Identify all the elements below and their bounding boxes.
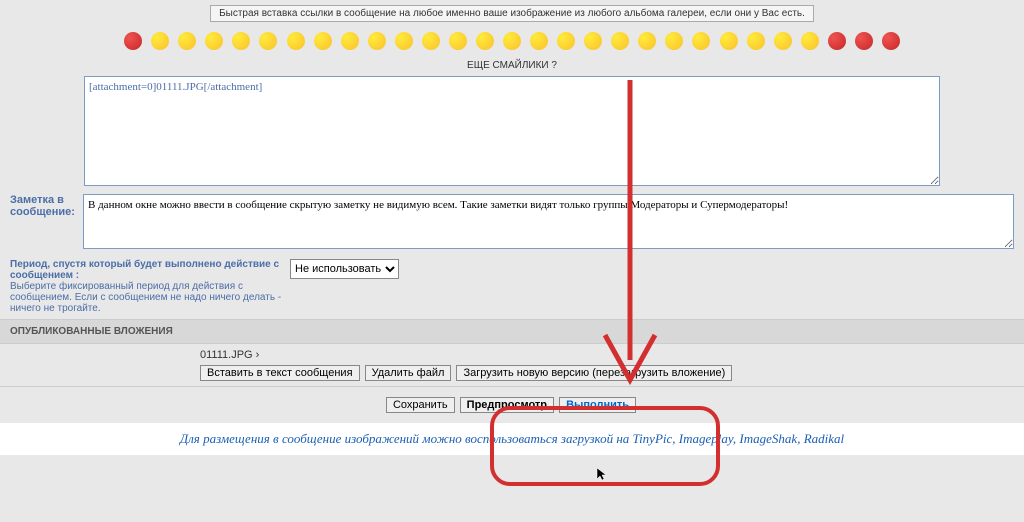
emoji-icon[interactable] xyxy=(828,32,846,50)
emoji-icon[interactable] xyxy=(368,32,386,50)
emoji-icon[interactable] xyxy=(259,32,277,50)
emoji-icon[interactable] xyxy=(341,32,359,50)
note-label: Заметка в сообщение: xyxy=(10,194,83,218)
emoji-icon[interactable] xyxy=(665,32,683,50)
emoji-icon[interactable] xyxy=(178,32,196,50)
execute-button[interactable]: Выполнить xyxy=(559,397,636,413)
attachments-header: ОПУБЛИКОВАННЫЕ ВЛОЖЕНИЯ xyxy=(0,319,1024,344)
insert-attachment-button[interactable]: Вставить в текст сообщения xyxy=(200,365,360,381)
footer-note: Для размещения в сообщение изображений м… xyxy=(0,423,1024,455)
tip-text: Быстрая вставка ссылки в сообщение на лю… xyxy=(210,5,814,22)
emoji-icon[interactable] xyxy=(774,32,792,50)
cursor-icon xyxy=(595,466,611,482)
emoji-icon[interactable] xyxy=(124,32,142,50)
emoji-icon[interactable] xyxy=(611,32,629,50)
period-select[interactable]: Не использовать xyxy=(290,259,399,279)
period-desc: Выберите фиксированный период для действ… xyxy=(10,281,281,314)
reupload-attachment-button[interactable]: Загрузить новую версию (перезагрузить вл… xyxy=(456,365,732,381)
save-button[interactable]: Сохранить xyxy=(386,397,455,413)
tip-bar: Быстрая вставка ссылки в сообщение на лю… xyxy=(0,5,1024,22)
emoji-icon[interactable] xyxy=(476,32,494,50)
emoji-icon[interactable] xyxy=(638,32,656,50)
emoji-icon[interactable] xyxy=(801,32,819,50)
emoji-icon[interactable] xyxy=(720,32,738,50)
emoji-icon[interactable] xyxy=(882,32,900,50)
emoji-icon[interactable] xyxy=(287,32,305,50)
emoji-icon[interactable] xyxy=(232,32,250,50)
emoji-row xyxy=(0,27,1024,58)
note-textarea[interactable] xyxy=(83,194,1014,249)
more-emoji-link[interactable]: ЕЩЕ СМАЙЛИКИ ? xyxy=(0,58,1024,73)
emoji-icon[interactable] xyxy=(530,32,548,50)
emoji-icon[interactable] xyxy=(151,32,169,50)
emoji-icon[interactable] xyxy=(449,32,467,50)
emoji-icon[interactable] xyxy=(855,32,873,50)
delete-attachment-button[interactable]: Удалить файл xyxy=(365,365,452,381)
emoji-icon[interactable] xyxy=(205,32,223,50)
emoji-icon[interactable] xyxy=(557,32,575,50)
period-label: Период, спустя который будет выполнено д… xyxy=(10,259,290,314)
period-title: Период, спустя который будет выполнено д… xyxy=(10,259,279,281)
emoji-icon[interactable] xyxy=(503,32,521,50)
emoji-icon[interactable] xyxy=(314,32,332,50)
preview-button[interactable]: Предпросмотр xyxy=(460,397,554,413)
emoji-icon[interactable] xyxy=(692,32,710,50)
emoji-icon[interactable] xyxy=(422,32,440,50)
attachment-filename: 01111.JPG › xyxy=(200,349,1014,361)
emoji-icon[interactable] xyxy=(584,32,602,50)
message-textarea[interactable] xyxy=(84,76,940,186)
emoji-icon[interactable] xyxy=(395,32,413,50)
emoji-icon[interactable] xyxy=(747,32,765,50)
